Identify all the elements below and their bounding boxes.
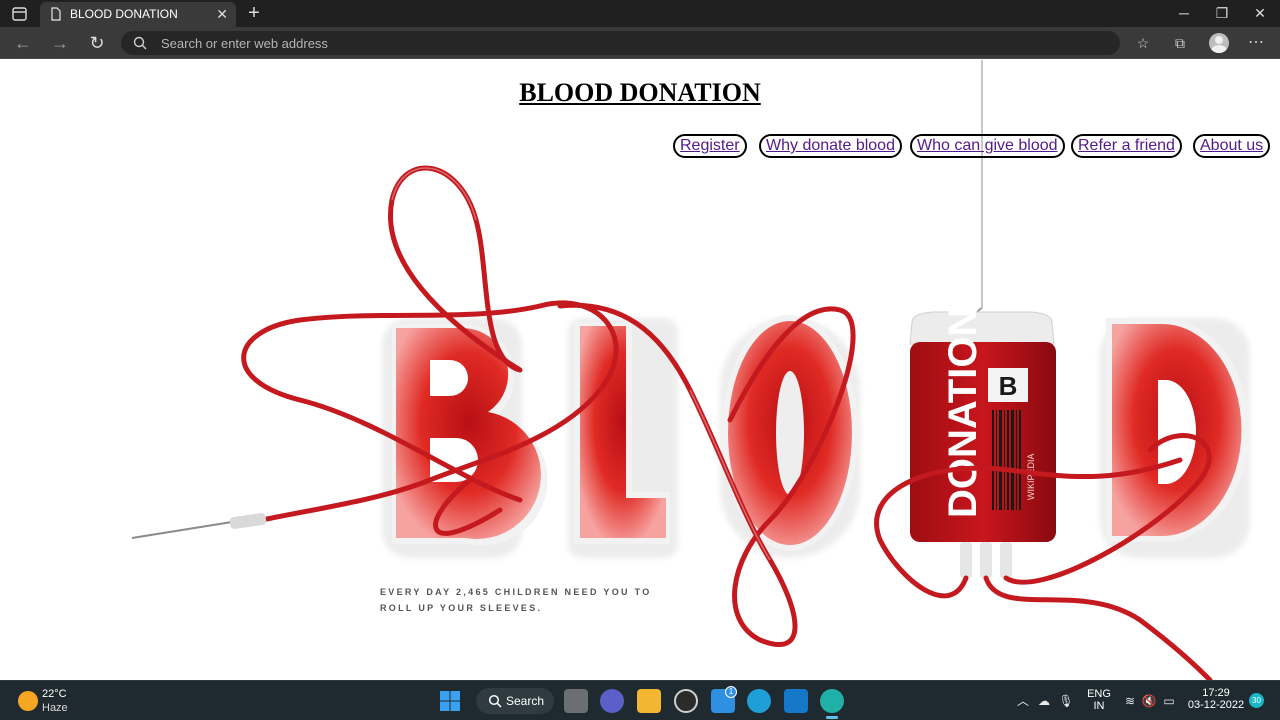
region-code: IN: [1093, 700, 1105, 712]
teams-chat-icon[interactable]: [600, 689, 624, 713]
file-explorer-icon[interactable]: [637, 689, 661, 713]
nav-about-us-link[interactable]: About us: [1193, 134, 1271, 158]
address-bar[interactable]: [121, 31, 1120, 55]
tab-actions-icon[interactable]: [10, 5, 30, 23]
weather-haze-icon: [18, 691, 38, 711]
onedrive-cloud-icon[interactable]: ☁: [1036, 693, 1052, 709]
show-hidden-icons-chevron-icon[interactable]: ︿: [1015, 693, 1031, 709]
favorites-star-icon[interactable]: ☆: [1133, 33, 1153, 53]
clock-time: 17:29: [1202, 687, 1230, 699]
clock[interactable]: 17:29 03-12-2022: [1186, 687, 1246, 711]
collections-icon[interactable]: ⧉: [1170, 33, 1190, 53]
windows-taskbar: 22°C Haze Search 1 ︿ ☁ 🎙 ENG IN ≋ 🔇 ▭ 17…: [0, 680, 1280, 720]
wifi-icon[interactable]: ≋: [1122, 693, 1138, 709]
volume-muted-icon[interactable]: 🔇: [1141, 693, 1157, 709]
taskbar-search-button[interactable]: Search: [476, 688, 554, 714]
microphone-icon[interactable]: 🎙: [1058, 693, 1074, 709]
tab-title: BLOOD DONATION: [70, 7, 178, 21]
tagline-line-2: ROLL UP YOUR SLEEVES.: [380, 603, 543, 613]
nav-refer-friend-link[interactable]: Refer a friend: [1071, 134, 1182, 158]
battery-icon[interactable]: ▭: [1161, 693, 1177, 709]
nav-who-can-give-link[interactable]: Who can give blood: [910, 134, 1065, 158]
dell-icon[interactable]: [674, 689, 698, 713]
edge-active-icon[interactable]: [820, 689, 844, 713]
web-page: DONATION B WIKIPEDIA BLOOD DONATION Regi…: [0, 60, 1280, 680]
forward-button[interactable]: →: [49, 33, 71, 53]
back-button[interactable]: ←: [12, 33, 34, 53]
vs-code-icon[interactable]: [784, 689, 808, 713]
weather-temperature: 22°C: [42, 688, 67, 700]
task-view-icon[interactable]: [564, 689, 588, 713]
hero-tagline: EVERY DAY 2,465 CHILDREN NEED YOU TO ROL…: [380, 584, 652, 616]
browser-tab[interactable]: BLOOD DONATION ✕: [40, 2, 236, 27]
nav-why-donate-link[interactable]: Why donate blood: [759, 134, 902, 158]
nav-register-link[interactable]: Register: [673, 134, 747, 158]
weather-condition: Haze: [42, 702, 68, 714]
bag-side-text: WIKIPEDIA: [1026, 453, 1036, 500]
more-options-icon[interactable]: ⋯: [1246, 33, 1266, 53]
browser-tab-bar: BLOOD DONATION ✕ + ─ ❐ ✕: [0, 0, 1280, 27]
bag-blood-type: B: [999, 371, 1018, 401]
taskbar-search-label: Search: [506, 694, 545, 708]
syringe-needle: [131, 513, 267, 539]
clock-date: 03-12-2022: [1187, 699, 1245, 711]
tagline-line-1: EVERY DAY 2,465 CHILDREN NEED YOU TO: [380, 587, 652, 597]
letter-o: [722, 315, 858, 551]
minimize-button[interactable]: ─: [1174, 4, 1194, 22]
profile-avatar[interactable]: [1209, 33, 1229, 53]
start-windows-icon[interactable]: [438, 689, 462, 713]
address-toolbar: ← → ↻ ☆ ⧉ ⋯: [0, 27, 1280, 59]
language-code: ENG: [1087, 688, 1111, 700]
close-tab-icon[interactable]: ✕: [216, 6, 228, 22]
letter-b: [392, 323, 548, 546]
main-navigation: Register Why donate blood Who can give b…: [0, 134, 1280, 158]
page-title: BLOOD DONATION: [519, 78, 761, 107]
refresh-button[interactable]: ↻: [86, 33, 108, 53]
bag-donation-text: DONATION: [941, 308, 985, 518]
restore-button[interactable]: ❐: [1212, 4, 1232, 22]
address-input[interactable]: [161, 34, 1061, 52]
close-window-button[interactable]: ✕: [1250, 4, 1270, 22]
active-app-indicator: [826, 716, 838, 719]
new-tab-button[interactable]: +: [244, 2, 264, 24]
page-icon: [49, 7, 63, 21]
notification-count-badge[interactable]: 30: [1249, 693, 1264, 708]
search-icon: [488, 694, 502, 708]
language-indicator[interactable]: ENG IN: [1084, 688, 1114, 712]
mail-badge: 1: [725, 686, 737, 698]
weather-widget[interactable]: 22°C Haze: [14, 687, 94, 715]
search-icon: [133, 36, 147, 50]
edge-browser-icon[interactable]: [747, 689, 771, 713]
